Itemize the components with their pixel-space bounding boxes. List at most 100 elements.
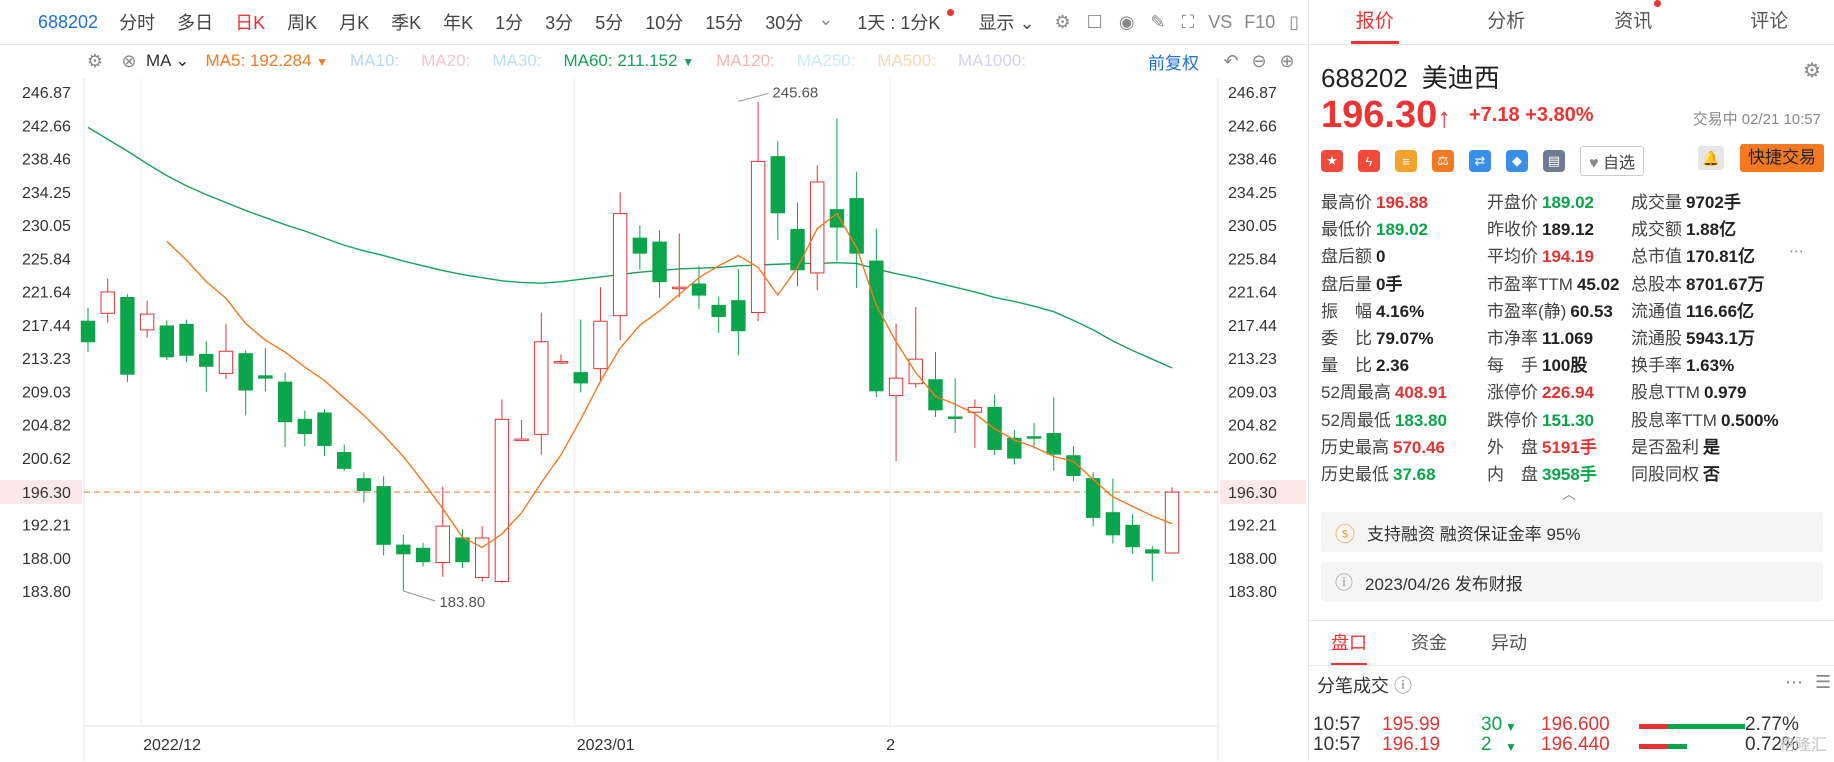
ma-item[interactable]: MA30: xyxy=(492,51,541,71)
stat-label: 总市值 xyxy=(1631,247,1682,266)
swap-icon[interactable]: ⇄ xyxy=(1469,150,1491,172)
period-tab[interactable]: 1分 xyxy=(484,9,534,35)
stock-name: 美迪西 xyxy=(1422,63,1500,93)
vs-button[interactable]: VS xyxy=(1202,12,1238,33)
candle-body xyxy=(613,214,626,316)
trade-time: 10:57 xyxy=(1313,734,1361,756)
display-label: 显示 xyxy=(978,13,1014,33)
period-tab[interactable]: 30分 xyxy=(754,9,814,35)
stat-value: 0.979 xyxy=(1704,383,1747,402)
period-tab[interactable]: 10分 xyxy=(634,9,694,35)
period-tab[interactable]: 5分 xyxy=(584,9,634,35)
balance-icon[interactable]: ⚖ xyxy=(1432,150,1454,172)
ma-item[interactable]: MA1000: xyxy=(958,51,1026,71)
candle-body xyxy=(416,548,429,561)
more-icon[interactable]: ⋯ xyxy=(1785,672,1803,693)
ma-type-selector[interactable]: MA ⌄ xyxy=(146,51,190,71)
report-info-row[interactable]: ⓘ 2023/04/26 发布财报 xyxy=(1321,562,1823,602)
period-tab[interactable]: 多日 xyxy=(166,9,224,35)
watchlist-button[interactable]: ♥ 自选 xyxy=(1580,146,1644,176)
fullscreen-icon[interactable]: ⛶ xyxy=(1182,11,1195,33)
kline-chart[interactable]: 246.87246.87242.66242.66238.46238.46234.… xyxy=(0,78,1306,761)
quick-trade-button[interactable]: 快捷交易 xyxy=(1740,144,1824,172)
f10-button[interactable]: F10 xyxy=(1238,12,1281,33)
y-tick-right: 234.25 xyxy=(1228,185,1277,202)
ma-indicator-bar: ⚙ ⊗ MA ⌄ MA5: 192.284 ▼ MA10: MA20: MA30:… xyxy=(0,44,1306,78)
quote-stats-grid: 最高价196.88开盘价189.02成交量9702手最低价189.02昨收价18… xyxy=(1321,188,1831,487)
stat-cell: 涨停价226.94 xyxy=(1487,378,1631,405)
pencil-icon[interactable]: ✎ xyxy=(1151,11,1166,33)
settings-icon[interactable]: ⚙ xyxy=(1803,58,1821,83)
ma-item[interactable]: MA120: xyxy=(716,51,775,71)
ma-label: MA1000: xyxy=(958,51,1026,70)
candle-body xyxy=(870,261,883,391)
detail-tab[interactable]: 盘口 xyxy=(1309,621,1389,665)
sidebar-toggle-icon[interactable]: ▯ xyxy=(1289,11,1299,33)
period-tab[interactable]: 月K xyxy=(328,9,380,35)
bell-icon[interactable]: 🔔 xyxy=(1698,146,1724,170)
coins-icon[interactable]: ≡ xyxy=(1395,150,1417,172)
ma-item[interactable]: MA20: xyxy=(421,51,470,71)
stat-cell: 委 比79.07% xyxy=(1321,324,1487,351)
range-selector[interactable]: 1天 : 1分K xyxy=(845,9,966,35)
flag-icon[interactable]: ★ xyxy=(1321,150,1343,172)
period-tab[interactable]: 周K xyxy=(276,9,328,35)
tag-icon[interactable]: ◆ xyxy=(1506,150,1528,172)
stock-code-link[interactable]: 688202 xyxy=(38,12,98,33)
stat-value: 100股 xyxy=(1542,356,1587,375)
display-menu[interactable]: 显示 ⌄ xyxy=(966,9,1046,35)
candle-body xyxy=(1146,550,1159,553)
zoom-out-icon[interactable]: ⊖ xyxy=(1248,50,1270,72)
margin-info-row[interactable]: ⓢ 支持融资 融资保证金率 95% xyxy=(1321,512,1823,552)
gear-icon[interactable]: ⚙ xyxy=(1055,11,1071,33)
info-icon[interactable]: ⓘ xyxy=(1394,676,1412,696)
stats-row: 最低价189.02昨收价189.12成交额1.88亿 xyxy=(1321,215,1831,242)
quote-tab[interactable]: 报价 xyxy=(1309,0,1441,44)
x-tick-label: 2023/01 xyxy=(577,737,635,754)
quote-tab[interactable]: 分析 xyxy=(1441,0,1573,44)
settings-icon[interactable]: ⚙ xyxy=(84,50,106,72)
detail-tab[interactable]: 异动 xyxy=(1469,621,1549,665)
candle-body xyxy=(594,321,607,368)
chevron-up-icon[interactable]: ︿ xyxy=(1562,484,1576,504)
ma-item[interactable]: MA500: xyxy=(877,51,936,71)
info-icon: ⓘ xyxy=(1335,569,1353,595)
quote-tab[interactable]: 评论 xyxy=(1704,0,1834,44)
period-tab[interactable]: 日K xyxy=(224,9,276,35)
candle-body xyxy=(397,545,410,554)
change-value: +7.18 xyxy=(1469,104,1520,126)
stat-cell: 流通股5943.1万 xyxy=(1631,324,1797,351)
list-icon[interactable]: ☰ xyxy=(1815,672,1831,693)
ma-item[interactable]: MA5: 192.284 ▼ xyxy=(206,51,329,71)
close-icon[interactable]: ⊗ xyxy=(118,50,140,72)
quote-tab[interactable]: 资讯 xyxy=(1572,0,1704,44)
period-tab[interactable]: 3分 xyxy=(534,9,584,35)
chevron-down-icon[interactable]: ⌄ xyxy=(814,9,837,35)
candle-body xyxy=(830,210,843,227)
stat-label: 市净率 xyxy=(1487,329,1538,348)
camera-icon[interactable]: ◉ xyxy=(1119,11,1135,33)
stat-label: 最低价 xyxy=(1321,220,1372,239)
period-tab[interactable]: 15分 xyxy=(694,9,754,35)
square-icon[interactable]: ☐ xyxy=(1087,11,1103,33)
period-tab[interactable]: 季K xyxy=(380,9,432,35)
candle-body xyxy=(574,373,587,383)
detail-tab[interactable]: 资金 xyxy=(1389,621,1469,665)
ma-label: MA10: xyxy=(350,51,399,70)
more-icon[interactable]: ⋯ xyxy=(1789,242,1804,269)
period-tab[interactable]: 分时 xyxy=(108,9,166,35)
stat-label: 内 盘 xyxy=(1487,465,1538,484)
ma-item[interactable]: MA60: 211.152 ▼ xyxy=(563,51,694,71)
stat-value: 4.16% xyxy=(1376,302,1424,321)
lightning-icon[interactable]: ϟ xyxy=(1358,150,1380,172)
stat-label: 盘后量 xyxy=(1321,275,1372,294)
note-icon[interactable]: ▤ xyxy=(1543,150,1565,172)
period-tab[interactable]: 年K xyxy=(432,9,484,35)
zoom-in-icon[interactable]: ⊕ xyxy=(1276,50,1298,72)
ma-item[interactable]: MA10: xyxy=(350,51,399,71)
ma-label: MA20: xyxy=(421,51,470,70)
stat-value: 194.19 xyxy=(1542,247,1594,266)
ma-item[interactable]: MA250: xyxy=(797,51,856,71)
undo-icon[interactable]: ↶ xyxy=(1220,50,1242,72)
adjust-selector[interactable]: 前复权 xyxy=(1148,49,1199,74)
